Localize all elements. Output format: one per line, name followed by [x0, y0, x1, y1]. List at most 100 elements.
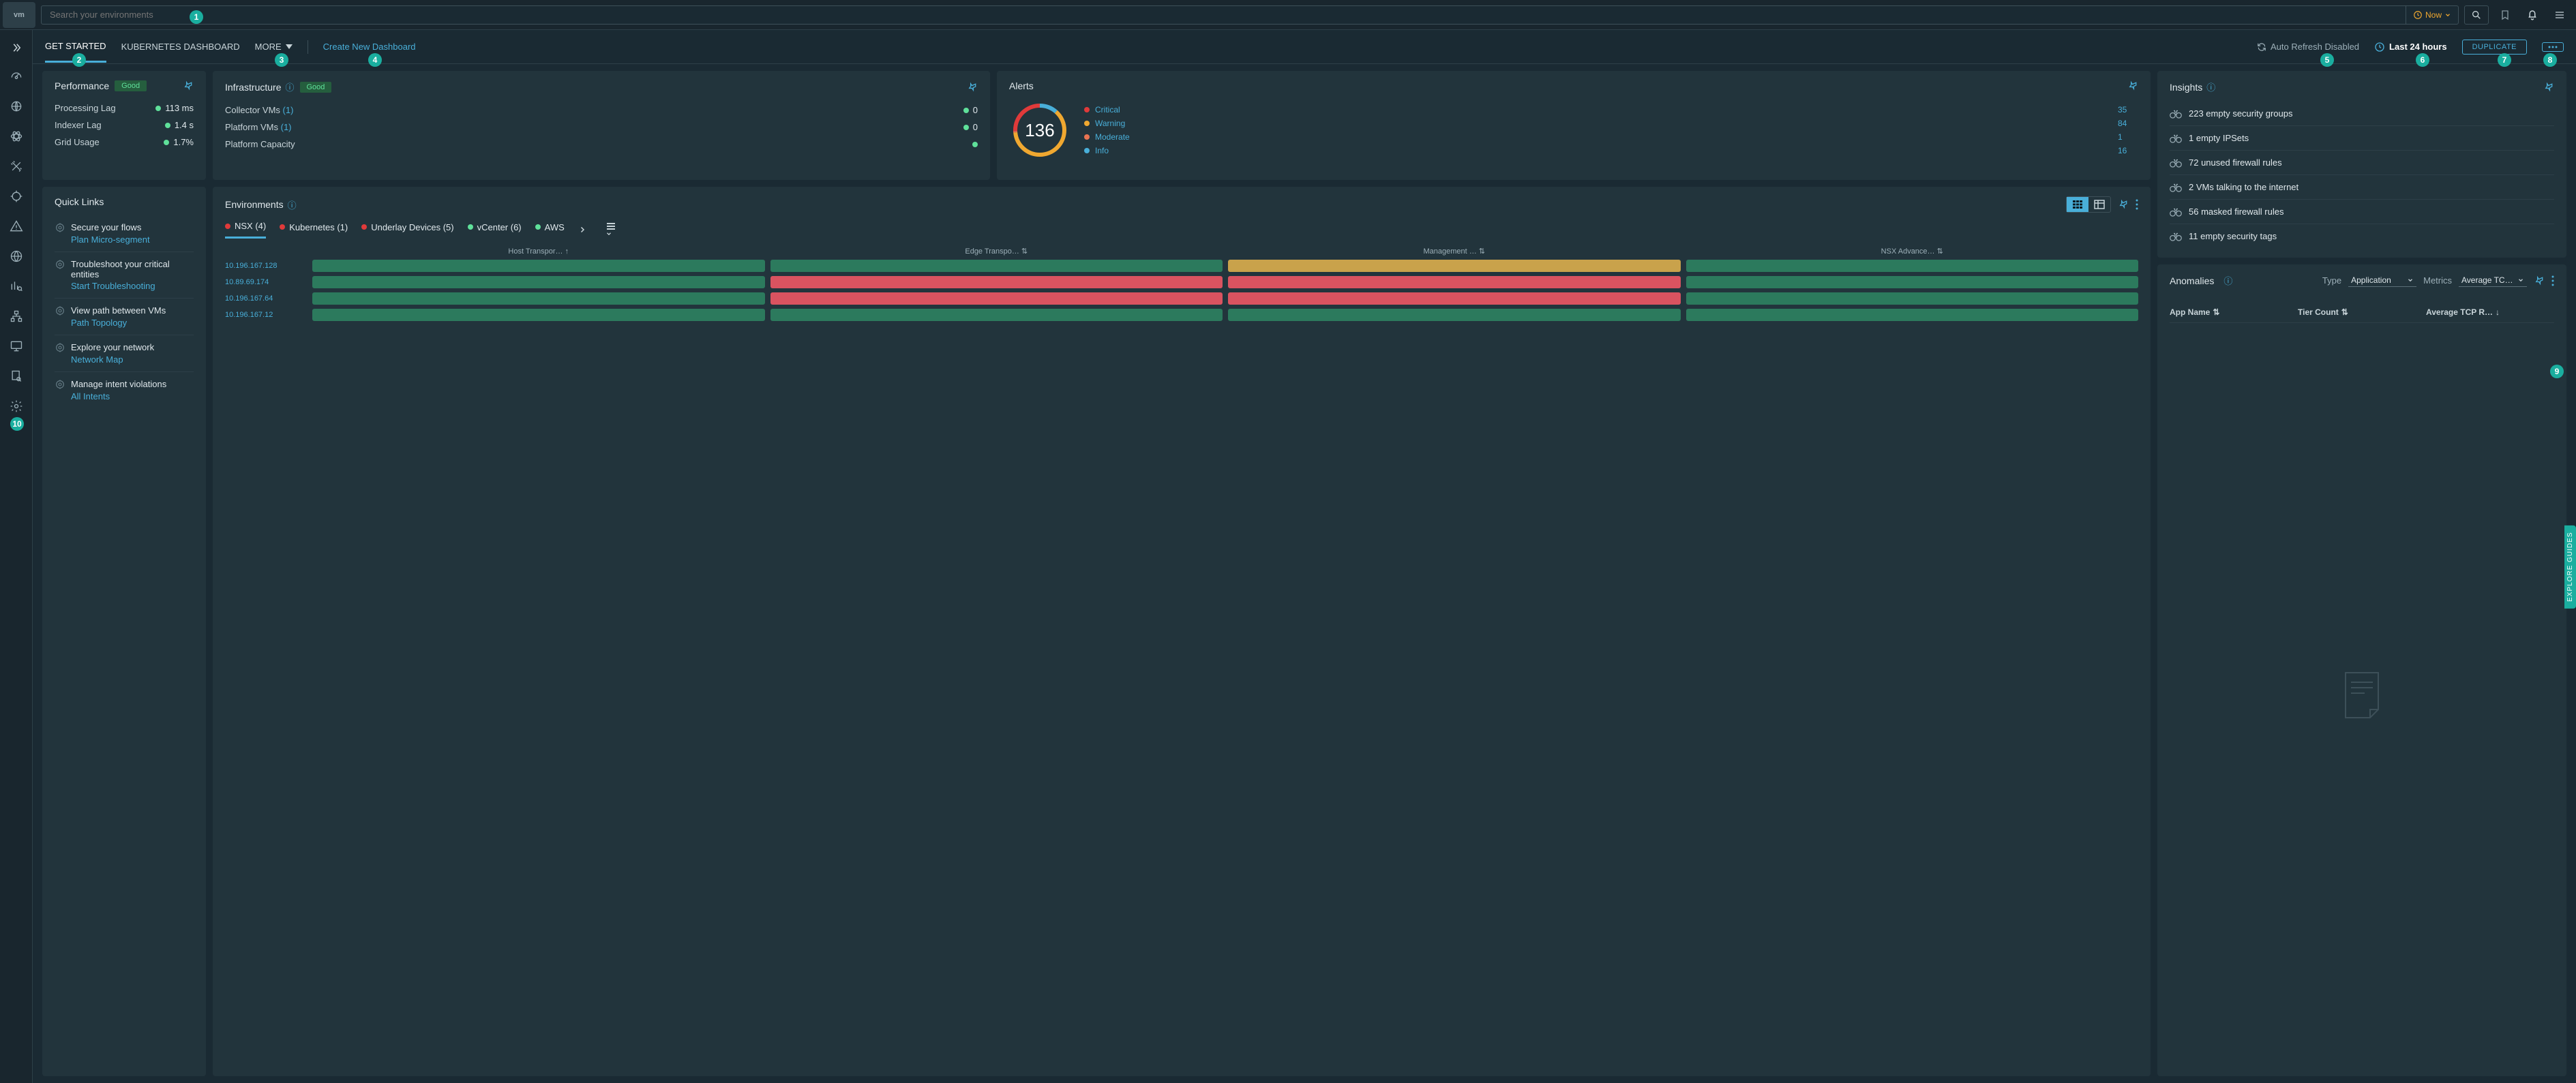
env-list-toggle[interactable] — [605, 222, 616, 237]
env-heatmap-cell[interactable] — [312, 292, 765, 305]
card-menu-button[interactable] — [2136, 199, 2138, 210]
quick-link-action[interactable]: Network Map — [71, 354, 194, 365]
bookmark-button[interactable] — [2494, 4, 2516, 26]
more-actions-button[interactable] — [2542, 42, 2564, 52]
nav-discover[interactable] — [3, 93, 30, 120]
env-row-ip-link[interactable]: 10.89.69.174 — [225, 278, 307, 286]
legend-label-link[interactable]: Warning — [1095, 119, 2112, 128]
nav-dashboard[interactable] — [3, 63, 30, 90]
env-heatmap-cell[interactable] — [1228, 309, 1681, 321]
env-heatmap-cell[interactable] — [1228, 276, 1681, 288]
env-tabs-scroll-right[interactable] — [578, 225, 586, 234]
menu-button[interactable] — [2549, 4, 2571, 26]
env-heatmap-cell[interactable] — [770, 292, 1223, 305]
metrics-select[interactable]: Average TC… — [2459, 274, 2527, 287]
metric-count-link[interactable]: (1) — [281, 122, 292, 132]
pin-button[interactable] — [2118, 199, 2129, 210]
vmware-logo[interactable]: vm — [3, 2, 35, 28]
env-heatmap-cell[interactable] — [312, 276, 765, 288]
env-heatmap-cell[interactable] — [1686, 260, 2139, 272]
nav-settings[interactable] — [3, 393, 30, 420]
insight-row[interactable]: 223 empty security groups — [2170, 102, 2554, 126]
env-tab[interactable]: NSX (4) — [225, 221, 266, 239]
env-heatmap-cell[interactable] — [312, 260, 765, 272]
env-tab[interactable]: AWS — [535, 222, 565, 238]
anomalies-column-header[interactable]: Average TCP R… ↓ — [2426, 307, 2554, 317]
env-heatmap-cell[interactable] — [1686, 292, 2139, 305]
pin-button[interactable] — [2534, 275, 2545, 286]
anomalies-column-header[interactable]: Tier Count ⇅ — [2298, 307, 2426, 317]
env-column-header[interactable]: Management … ⇅ — [1228, 247, 1681, 256]
time-range-selector[interactable]: Last 24 hours — [2374, 42, 2447, 52]
env-heatmap-cell[interactable] — [1228, 260, 1681, 272]
env-row-ip-link[interactable]: 10.196.167.12 — [225, 311, 307, 319]
legend-label-link[interactable]: Info — [1095, 146, 2112, 155]
env-heatmap-cell[interactable] — [770, 260, 1223, 272]
nav-topology[interactable] — [3, 303, 30, 330]
legend-label-link[interactable]: Moderate — [1095, 132, 2112, 142]
metric-count-link[interactable]: (1) — [283, 105, 294, 115]
explore-guides-tab[interactable]: EXPLORE GUIDES — [2564, 525, 2576, 608]
legend-count-link[interactable]: 16 — [2118, 146, 2138, 155]
search-button[interactable] — [2464, 5, 2489, 25]
env-tab[interactable]: Kubernetes (1) — [280, 222, 348, 238]
insight-row[interactable]: 2 VMs talking to the internet — [2170, 175, 2554, 200]
env-column-header[interactable]: Edge Transpo… ⇅ — [770, 247, 1223, 256]
pin-button[interactable] — [2127, 80, 2138, 91]
duplicate-button[interactable]: DUPLICATE — [2462, 40, 2527, 55]
insight-row[interactable]: 56 masked firewall rules — [2170, 200, 2554, 224]
info-icon[interactable]: ⓘ — [2223, 274, 2232, 287]
nav-tools[interactable] — [3, 153, 30, 180]
env-heatmap-cell[interactable] — [770, 309, 1223, 321]
view-table-button[interactable] — [2088, 197, 2110, 212]
quick-link-action[interactable]: Plan Micro-segment — [71, 234, 194, 245]
pin-button[interactable] — [183, 80, 194, 91]
env-column-header[interactable]: NSX Advance… ⇅ — [1686, 247, 2139, 256]
legend-label-link[interactable]: Critical — [1095, 105, 2112, 115]
search-input[interactable] — [42, 10, 2406, 20]
info-icon[interactable]: ⓘ — [2206, 80, 2215, 93]
nav-analytics[interactable] — [3, 273, 30, 300]
nav-intents[interactable] — [3, 183, 30, 210]
quick-link-action[interactable]: All Intents — [71, 391, 194, 401]
nav-expand-toggle[interactable] — [0, 35, 32, 60]
env-row-ip-link[interactable]: 10.196.167.128 — [225, 262, 307, 270]
notifications-button[interactable] — [2521, 4, 2543, 26]
nav-plan[interactable] — [3, 123, 30, 150]
create-dashboard-link[interactable]: Create New Dashboard — [323, 42, 416, 52]
legend-count-link[interactable]: 84 — [2118, 119, 2138, 128]
info-icon[interactable]: ⓘ — [288, 198, 297, 211]
nav-alerts[interactable] — [3, 213, 30, 240]
env-heatmap-cell[interactable] — [1686, 276, 2139, 288]
env-tab[interactable]: Underlay Devices (5) — [361, 222, 453, 238]
nav-network[interactable] — [3, 243, 30, 270]
quick-link-action[interactable]: Path Topology — [71, 318, 194, 328]
env-column-header[interactable]: Host Transpor… ↑ — [312, 247, 765, 256]
type-select[interactable]: Application — [2348, 274, 2416, 287]
alerts-donut-chart[interactable]: 136 — [1009, 100, 1070, 161]
nav-vms[interactable] — [3, 333, 30, 360]
pin-button[interactable] — [2543, 82, 2554, 93]
nav-reports[interactable] — [3, 363, 30, 390]
env-heatmap-cell[interactable] — [312, 309, 765, 321]
info-icon[interactable]: ⓘ — [285, 80, 294, 93]
card-menu-button[interactable] — [2551, 275, 2554, 286]
insight-row[interactable]: 72 unused firewall rules — [2170, 151, 2554, 175]
insight-row[interactable]: 11 empty security tags — [2170, 224, 2554, 248]
tab-kubernetes[interactable]: KUBERNETES DASHBOARD — [121, 32, 240, 61]
quick-link-action[interactable]: Start Troubleshooting — [71, 281, 194, 291]
pin-button[interactable] — [967, 82, 978, 93]
insight-row[interactable]: 1 empty IPSets — [2170, 126, 2554, 151]
env-heatmap-cell[interactable] — [1686, 309, 2139, 321]
env-heatmap-cell[interactable] — [770, 276, 1223, 288]
view-heatmap-button[interactable] — [2067, 197, 2088, 212]
time-now-selector[interactable]: Now — [2406, 6, 2458, 24]
env-heatmap-cell[interactable] — [1228, 292, 1681, 305]
env-row-ip-link[interactable]: 10.196.167.64 — [225, 294, 307, 303]
legend-count-link[interactable]: 1 — [2118, 132, 2138, 142]
env-tab[interactable]: vCenter (6) — [468, 222, 522, 238]
auto-refresh-toggle[interactable]: Auto Refresh Disabled — [2257, 42, 2359, 52]
anomalies-column-header[interactable]: App Name ⇅ — [2170, 307, 2298, 317]
chevron-down-icon — [2407, 277, 2414, 284]
legend-count-link[interactable]: 35 — [2118, 105, 2138, 115]
